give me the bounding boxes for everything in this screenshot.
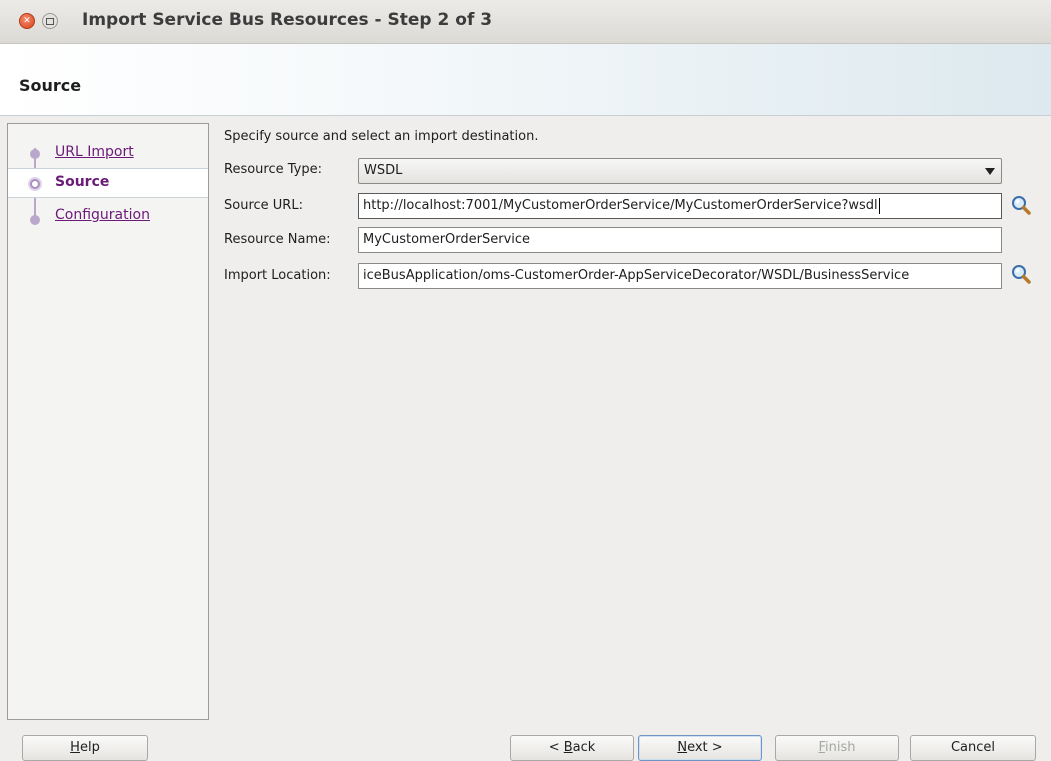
window-title: Import Service Bus Resources - Step 2 of… xyxy=(82,10,493,30)
import-location-input[interactable]: iceBusApplication/oms-CustomerOrder-AppS… xyxy=(358,263,1002,289)
import-location-label: Import Location: xyxy=(224,268,331,283)
finish-button-label: inish xyxy=(825,740,856,755)
back-button-label: ack xyxy=(572,740,596,755)
step-label[interactable]: Configuration xyxy=(55,207,150,223)
resource-type-select[interactable]: WSDL xyxy=(358,158,1002,184)
step-url-import[interactable]: URL Import xyxy=(8,140,208,170)
chevron-down-icon xyxy=(985,168,995,175)
back-button[interactable]: < Back xyxy=(510,735,634,761)
step-label: Source xyxy=(55,174,110,190)
resource-type-value: WSDL xyxy=(364,163,403,178)
form-area: Specify source and select an import dest… xyxy=(210,123,1051,720)
next-button-mnemonic: N xyxy=(677,740,688,755)
source-url-input[interactable]: http://localhost:7001/MyCustomerOrderSer… xyxy=(358,193,1002,219)
next-button[interactable]: Next > xyxy=(638,735,762,761)
source-url-value: http://localhost:7001/MyCustomerOrderSer… xyxy=(363,198,878,213)
header-banner: Source xyxy=(0,44,1051,116)
back-button-mnemonic: B xyxy=(563,740,573,755)
step-configuration[interactable]: Configuration xyxy=(8,202,208,232)
step-dot-icon xyxy=(30,149,40,159)
help-button-label: elp xyxy=(79,740,100,755)
search-icon[interactable] xyxy=(1010,263,1032,285)
close-icon[interactable]: ✕ xyxy=(19,13,35,29)
help-button-mnemonic: H xyxy=(70,740,80,755)
search-icon[interactable] xyxy=(1010,194,1032,216)
maximize-icon[interactable] xyxy=(42,13,58,29)
steps-panel: URL Import Source Configuration xyxy=(7,123,209,720)
resource-name-input[interactable]: MyCustomerOrderService xyxy=(358,227,1002,253)
finish-button[interactable]: Finish xyxy=(775,735,899,761)
step-source[interactable]: Source xyxy=(8,168,208,198)
step-dot-icon xyxy=(30,215,40,225)
title-bar: ✕ Import Service Bus Resources - Step 2 … xyxy=(0,0,1051,44)
cancel-button-label: Cancel xyxy=(950,740,996,755)
step-dot-active-icon xyxy=(30,179,40,189)
next-button-label: ext > xyxy=(687,740,723,755)
source-url-label: Source URL: xyxy=(224,198,303,213)
cancel-button[interactable]: Cancel xyxy=(910,735,1036,761)
back-button-label-pre: < xyxy=(548,740,564,755)
resource-name-label: Resource Name: xyxy=(224,232,331,247)
instruction-text: Specify source and select an import dest… xyxy=(224,129,539,144)
help-button[interactable]: Help xyxy=(22,735,148,761)
page-title: Source xyxy=(19,76,82,95)
resource-type-label: Resource Type: xyxy=(224,162,322,177)
text-caret xyxy=(878,197,880,214)
step-label[interactable]: URL Import xyxy=(55,144,134,160)
